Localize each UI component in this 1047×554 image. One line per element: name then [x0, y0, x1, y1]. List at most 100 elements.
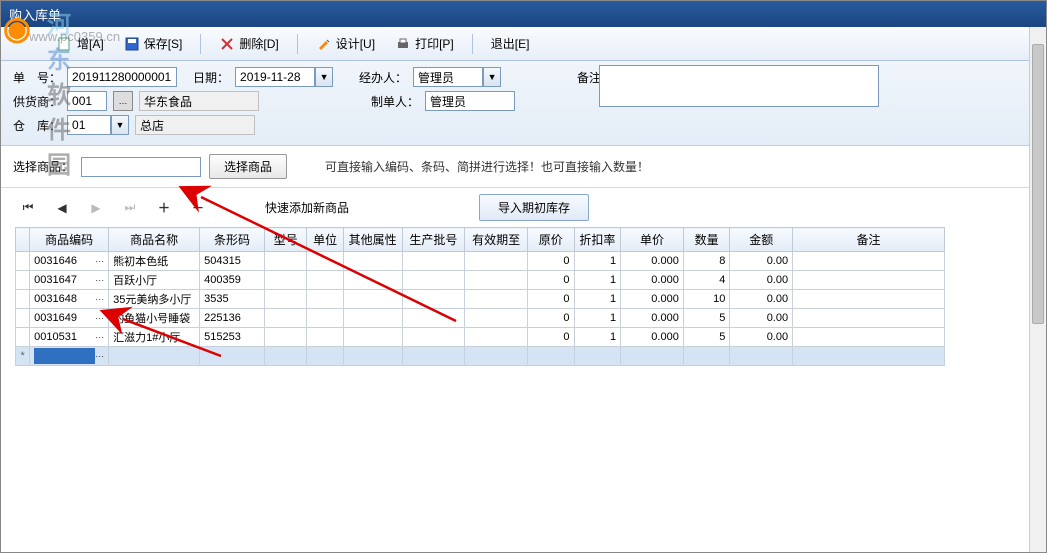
cell-name[interactable]: 35元美纳多小厅	[109, 290, 200, 309]
cell-remark[interactable]	[793, 328, 945, 347]
cell-amt[interactable]: 0.00	[730, 252, 793, 271]
cell-code[interactable]: 0031646⋯	[30, 252, 109, 271]
cell-amt[interactable]: 0.00	[730, 309, 793, 328]
product-search-input[interactable]	[81, 157, 201, 177]
cell-price[interactable]: 0.000	[621, 328, 684, 347]
table-row[interactable]: 0031646⋯ 熊初本色纸 504315 0 1 0.000 8 0.00	[16, 252, 945, 271]
lookup-dots-icon[interactable]: ⋯	[95, 294, 104, 305]
cell-attr[interactable]	[343, 290, 402, 309]
cell-code-new[interactable]: ⋯	[30, 347, 109, 366]
cell-orig[interactable]: 0	[528, 309, 575, 328]
cell-disc[interactable]: 1	[574, 252, 621, 271]
cell-orig[interactable]: 0	[528, 290, 575, 309]
cell-code[interactable]: 0031648⋯	[30, 290, 109, 309]
products-grid[interactable]: 商品编码 商品名称 条形码 型号 单位 其他属性 生产批号 有效期至 原价 折扣…	[15, 227, 945, 366]
cell-name[interactable]: 熊初本色纸	[109, 252, 200, 271]
cell-code[interactable]: 0010531⋯	[30, 328, 109, 347]
col-model[interactable]: 型号	[264, 228, 307, 252]
lookup-dots-icon[interactable]: ⋯	[95, 275, 104, 286]
cell-barcode[interactable]: 400359	[200, 271, 265, 290]
design-button[interactable]: 设计[U]	[308, 31, 383, 56]
col-amt[interactable]: 金额	[730, 228, 793, 252]
delete-button[interactable]: 删除[D]	[211, 31, 286, 56]
cell-batch[interactable]	[402, 309, 465, 328]
cell-amt[interactable]: 0.00	[730, 271, 793, 290]
cell-expire[interactable]	[465, 290, 528, 309]
cell-amt[interactable]: 0.00	[730, 290, 793, 309]
cell-disc[interactable]: 1	[574, 309, 621, 328]
cell-attr[interactable]	[343, 271, 402, 290]
cell-remark[interactable]	[793, 271, 945, 290]
col-unit[interactable]: 单位	[307, 228, 343, 252]
table-row[interactable]: 0031647⋯ 百跃小厅 400359 0 1 0.000 4 0.00	[16, 271, 945, 290]
cell-remark[interactable]	[793, 290, 945, 309]
cell-price[interactable]: 0.000	[621, 271, 684, 290]
cell-name[interactable]: 钓鱼猫小号睡袋	[109, 309, 200, 328]
warehouse-code-input[interactable]	[67, 115, 111, 135]
cell-model[interactable]	[264, 309, 307, 328]
nav-next-icon[interactable]: ▶	[89, 201, 103, 215]
cell-barcode[interactable]: 225136	[200, 309, 265, 328]
save-button[interactable]: 保存[S]	[116, 31, 191, 56]
table-row[interactable]: 0010531⋯ 汇滋力1#小厅 515253 0 1 0.000 5 0.00	[16, 328, 945, 347]
cell-price[interactable]: 0.000	[621, 309, 684, 328]
cell-remark[interactable]	[793, 252, 945, 271]
cell-orig[interactable]: 0	[528, 271, 575, 290]
quick-add-link[interactable]: 快速添加新商品	[265, 199, 349, 216]
scrollbar-thumb[interactable]	[1032, 44, 1044, 324]
col-qty[interactable]: 数量	[683, 228, 730, 252]
cell-attr[interactable]	[343, 309, 402, 328]
cell-expire[interactable]	[465, 252, 528, 271]
cell-disc[interactable]: 1	[574, 271, 621, 290]
cell-unit[interactable]	[307, 309, 343, 328]
handler-input[interactable]	[413, 67, 483, 87]
col-remark[interactable]: 备注	[793, 228, 945, 252]
maker-input[interactable]	[425, 91, 515, 111]
warehouse-dropdown-button[interactable]: ▼	[111, 115, 129, 135]
date-dropdown-button[interactable]: ▼	[315, 67, 333, 87]
nav-prev-icon[interactable]: ◀	[55, 201, 69, 215]
table-row[interactable]: 0031648⋯ 35元美纳多小厅 3535 0 1 0.000 10 0.00	[16, 290, 945, 309]
cell-expire[interactable]	[465, 271, 528, 290]
cell-attr[interactable]	[343, 252, 402, 271]
cell-name[interactable]: 百跃小厅	[109, 271, 200, 290]
cell-unit[interactable]	[307, 290, 343, 309]
col-barcode[interactable]: 条形码	[200, 228, 265, 252]
cell-model[interactable]	[264, 252, 307, 271]
col-batch[interactable]: 生产批号	[402, 228, 465, 252]
cell-price[interactable]: 0.000	[621, 252, 684, 271]
col-attr[interactable]: 其他属性	[343, 228, 402, 252]
cell-model[interactable]	[264, 290, 307, 309]
cell-expire[interactable]	[465, 309, 528, 328]
cell-price[interactable]: 0.000	[621, 290, 684, 309]
cell-batch[interactable]	[402, 328, 465, 347]
nav-add-icon[interactable]: ＋	[157, 201, 171, 215]
cell-model[interactable]	[264, 271, 307, 290]
date-input[interactable]	[235, 67, 315, 87]
nav-last-icon[interactable]: ⏭	[123, 201, 137, 215]
select-product-button[interactable]: 选择商品	[209, 154, 287, 179]
cell-unit[interactable]	[307, 328, 343, 347]
col-expire[interactable]: 有效期至	[465, 228, 528, 252]
cell-orig[interactable]: 0	[528, 252, 575, 271]
handler-dropdown-button[interactable]: ▼	[483, 67, 501, 87]
remark-textarea[interactable]	[599, 65, 879, 107]
col-orig[interactable]: 原价	[528, 228, 575, 252]
supplier-lookup-button[interactable]: …	[113, 91, 133, 111]
cell-unit[interactable]	[307, 271, 343, 290]
lookup-dots-icon[interactable]: ⋯	[95, 332, 104, 343]
cell-unit[interactable]	[307, 252, 343, 271]
lookup-dots-icon[interactable]: ⋯	[95, 351, 104, 362]
cell-qty[interactable]: 5	[683, 309, 730, 328]
cell-attr[interactable]	[343, 328, 402, 347]
cell-qty[interactable]: 8	[683, 252, 730, 271]
cell-batch[interactable]	[402, 290, 465, 309]
cell-remark[interactable]	[793, 309, 945, 328]
cell-model[interactable]	[264, 328, 307, 347]
supplier-code-input[interactable]	[67, 91, 107, 111]
exit-button[interactable]: 退出[E]	[483, 31, 538, 56]
new-button[interactable]: 增[A]	[49, 31, 112, 56]
cell-expire[interactable]	[465, 328, 528, 347]
nav-first-icon[interactable]: ⏮	[21, 201, 35, 215]
cell-barcode[interactable]: 515253	[200, 328, 265, 347]
